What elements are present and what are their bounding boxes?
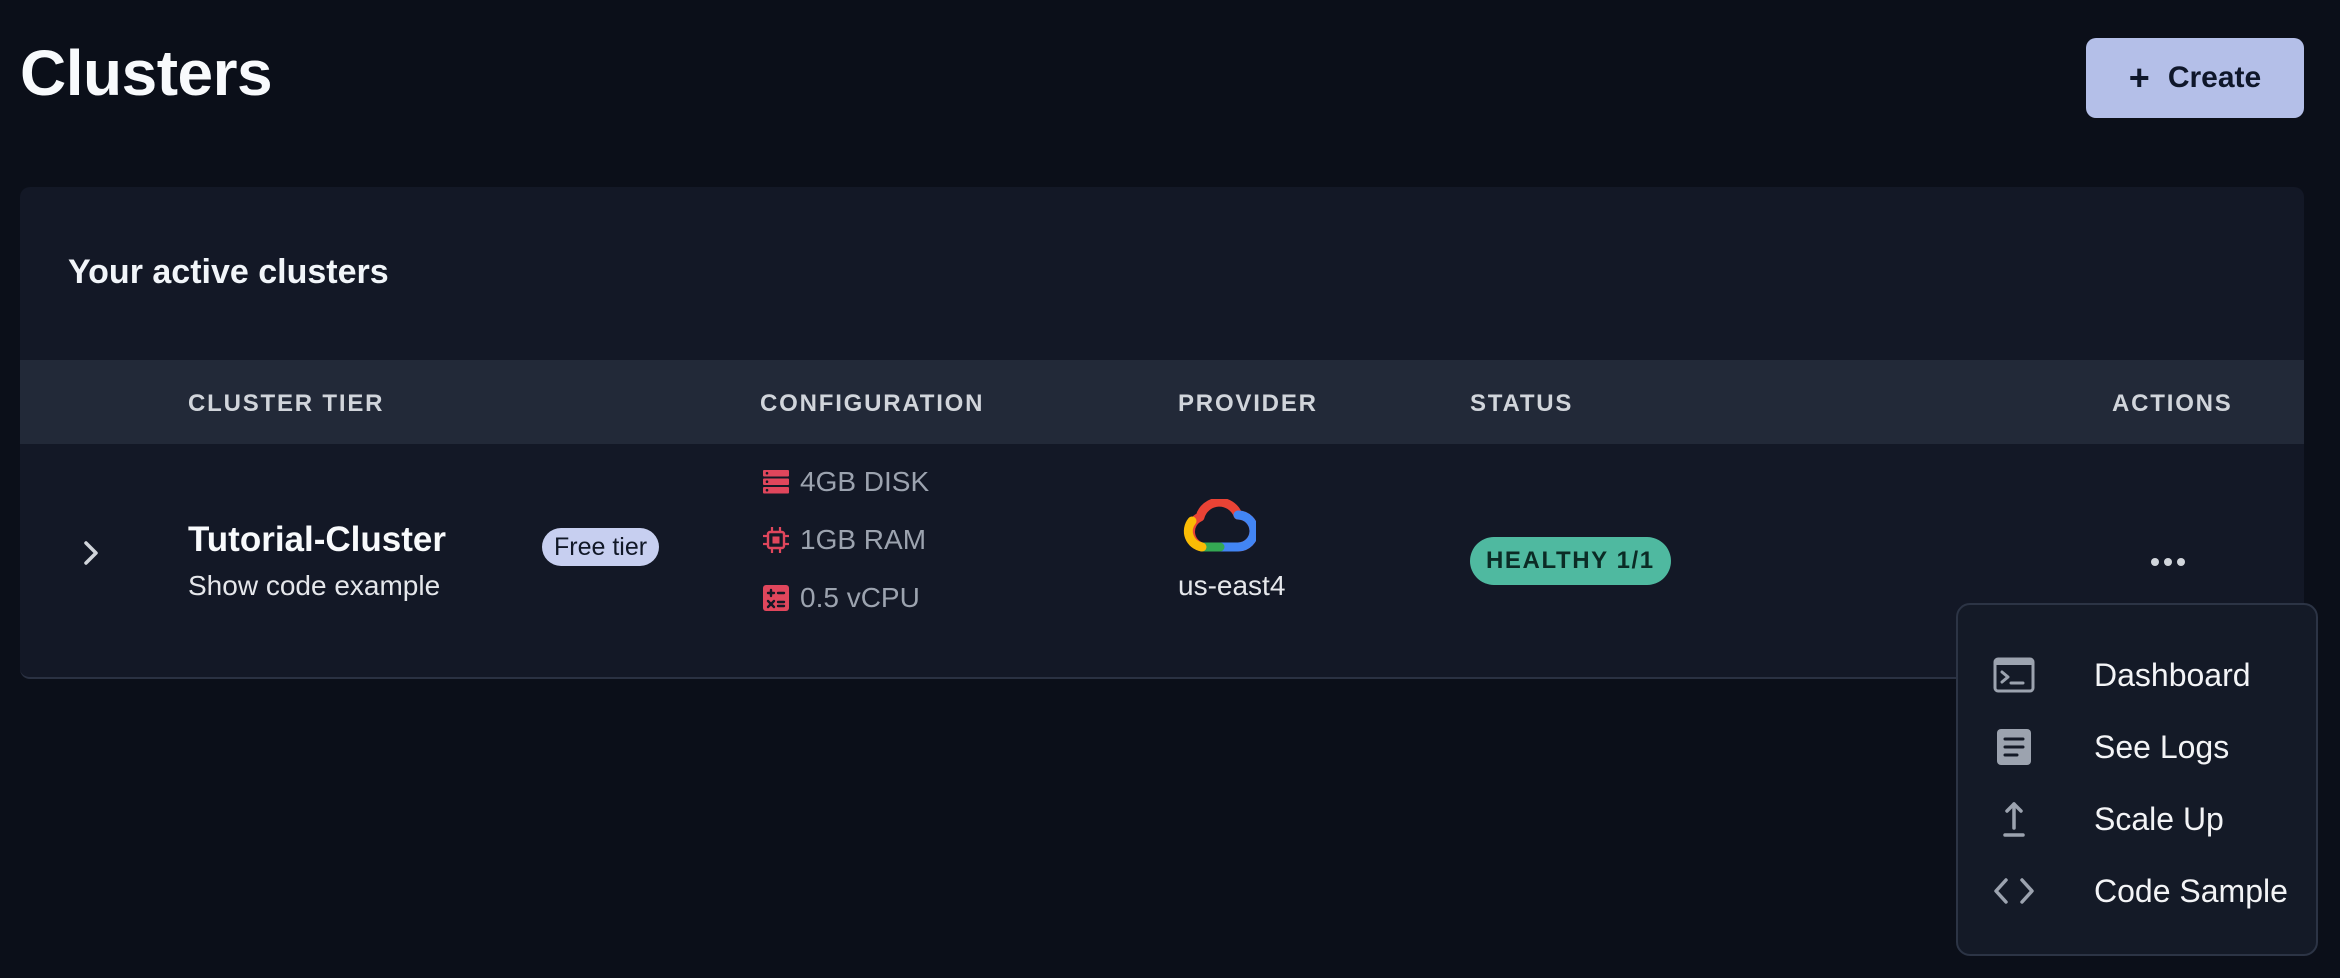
create-button[interactable]: + Create [2086, 38, 2304, 118]
menu-item-scale-up[interactable]: Scale Up [1958, 783, 2316, 855]
upload-arrow-icon [1992, 797, 2036, 841]
config-cpu: 0.5 vCPU [762, 582, 920, 614]
cpu-icon [762, 584, 790, 612]
column-header-cluster-tier: CLUSTER TIER [188, 390, 385, 417]
code-icon [1992, 869, 2036, 913]
menu-item-code-sample-label: Code Sample [2094, 872, 2288, 909]
config-ram: 1GB RAM [762, 524, 926, 556]
terminal-icon [1992, 653, 2036, 697]
config-disk-label: 4GB DISK [800, 466, 930, 497]
plus-icon: + [2128, 57, 2150, 98]
table-header: CLUSTER TIER CONFIGURATION PROVIDER STAT… [20, 360, 2304, 444]
show-code-example-link[interactable]: Show code example [188, 570, 440, 602]
more-dots-icon-dot [2177, 558, 2185, 566]
menu-item-dashboard[interactable]: Dashboard [1958, 639, 2316, 711]
status-badge: HEALTHY 1/1 [1470, 537, 1671, 585]
document-icon [1992, 725, 2036, 769]
page-title: Clusters [20, 37, 273, 109]
config-ram-label: 1GB RAM [800, 524, 927, 555]
column-header-provider: PROVIDER [1178, 390, 1318, 417]
column-header-status: STATUS [1470, 390, 1574, 417]
more-dots-icon-dot [2164, 558, 2172, 566]
google-cloud-icon [1182, 497, 1259, 555]
config-cpu-label: 0.5 vCPU [800, 582, 920, 613]
actions-menu: Dashboard See Logs Scale Up Code Sample [1956, 603, 2318, 956]
storage-icon [762, 468, 790, 496]
menu-item-see-logs[interactable]: See Logs [1958, 711, 2316, 783]
memory-chip-icon [762, 526, 790, 554]
menu-item-scale-up-label: Scale Up [2094, 800, 2224, 837]
free-tier-badge: Free tier [542, 528, 660, 566]
config-disk: 4GB DISK [762, 466, 929, 498]
card-heading: Your active clusters [68, 253, 389, 291]
more-dots-icon [2151, 558, 2159, 566]
more-actions-button[interactable] [2144, 544, 2192, 580]
menu-item-code-sample[interactable]: Code Sample [1958, 855, 2316, 927]
chevron-right-icon[interactable] [74, 536, 108, 570]
column-header-actions: ACTIONS [2112, 390, 2233, 417]
menu-item-dashboard-label: Dashboard [2094, 656, 2251, 693]
column-header-configuration: CONFIGURATION [760, 390, 985, 417]
create-button-label: Create [2167, 61, 2262, 94]
provider-region: us-east4 [1178, 570, 1286, 601]
menu-item-see-logs-label: See Logs [2094, 728, 2230, 765]
cluster-name: Tutorial-Cluster [188, 520, 446, 559]
